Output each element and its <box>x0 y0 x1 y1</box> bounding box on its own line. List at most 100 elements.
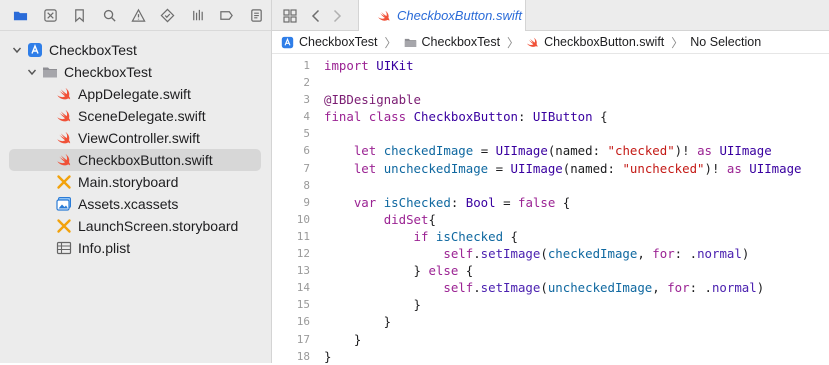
breadcrumb-project[interactable]: CheckboxTest <box>281 35 378 49</box>
code-text: } <box>324 297 421 313</box>
code-text: let checkedImage = UIImage(named: "check… <box>353 143 772 159</box>
line-number: 1 <box>303 59 310 72</box>
tree-item-file[interactable]: AppDelegate.swift <box>0 83 271 105</box>
tree-item-label: CheckboxTest <box>64 64 152 80</box>
chevron-down-icon[interactable] <box>11 44 23 56</box>
swift-file-icon <box>527 37 538 47</box>
breakpoint-icon[interactable] <box>212 0 241 31</box>
code-line[interactable]: 7 let uncheckedImage = UIImage(named: "u… <box>272 160 829 177</box>
breadcrumb-label: CheckboxTest <box>421 35 501 49</box>
tree-item-label: LaunchScreen.storyboard <box>78 218 239 234</box>
code-line[interactable]: 16 } <box>272 313 829 330</box>
swift-file-icon <box>56 152 72 168</box>
code-text: let uncheckedImage = UIImage(named: "unc… <box>353 160 802 176</box>
code-area[interactable]: 1 import UIKit 2 3 @IBDesignable 4 final class… <box>272 57 829 365</box>
tree-item-label: CheckboxTest <box>49 42 137 58</box>
code-line[interactable]: 13 } else { <box>272 262 829 279</box>
find-icon[interactable] <box>94 0 123 31</box>
code-line[interactable]: 11 if isChecked { <box>272 228 829 245</box>
breadcrumb-label: CheckboxButton.swift <box>544 35 665 49</box>
code-text: if isChecked { <box>413 228 518 244</box>
tree-item-file[interactable]: ViewController.swift <box>0 127 271 149</box>
line-number: 14 <box>296 281 310 295</box>
tree-item-project[interactable]: CheckboxTest <box>0 39 271 61</box>
line-number: 11 <box>296 229 310 243</box>
debug-icon[interactable] <box>183 0 212 31</box>
line-number: 16 <box>296 315 310 329</box>
breadcrumb-label: CheckboxTest <box>299 35 378 49</box>
chevron-left-icon[interactable] <box>307 0 325 31</box>
code-line[interactable]: 1 import UIKit <box>272 57 829 74</box>
report-icon[interactable] <box>242 0 271 31</box>
tree-item-group[interactable]: CheckboxTest <box>0 61 271 83</box>
code-line[interactable]: 4 final class CheckboxButton: UIButton { <box>272 108 829 125</box>
storyboard-icon <box>56 218 72 234</box>
breadcrumb-separator: 〉 <box>671 35 684 50</box>
tree-item-file[interactable]: Info.plist <box>0 237 271 259</box>
navigator-toolbar <box>0 0 271 31</box>
folder-icon[interactable] <box>6 0 35 31</box>
line-number: 8 <box>303 178 310 192</box>
line-number: 4 <box>303 110 310 124</box>
file-tree: CheckboxTest CheckboxTest AppDelegate.sw… <box>0 39 271 259</box>
tree-item-label: AppDelegate.swift <box>78 86 191 102</box>
issue-icon[interactable] <box>124 0 153 31</box>
tree-item-file[interactable]: Assets.xcassets <box>0 193 271 215</box>
asset-catalog-icon <box>56 196 72 212</box>
tree-item-file[interactable]: LaunchScreen.storyboard <box>0 215 271 237</box>
tree-item-label: Info.plist <box>78 240 131 256</box>
folder-icon <box>404 38 416 47</box>
code-line[interactable]: 5 <box>272 125 829 142</box>
code-text: } <box>324 331 362 347</box>
tree-item-label: CheckboxButton.swift <box>78 152 213 168</box>
breadcrumb-separator: 〉 <box>384 35 397 50</box>
breadcrumb-file[interactable]: CheckboxButton.swift <box>526 35 664 49</box>
app-project-icon <box>27 42 43 58</box>
line-number: 2 <box>303 76 310 90</box>
tab-checkboxbutton[interactable]: CheckboxButton.swift <box>358 0 526 31</box>
chevron-down-icon[interactable] <box>26 66 38 78</box>
code-line[interactable]: 6 let checkedImage = UIImage(named: "che… <box>272 142 829 159</box>
bookmark-icon[interactable] <box>65 0 94 31</box>
code-text: self.setImage(uncheckedImage, for: .norm… <box>443 280 765 296</box>
code-line[interactable]: 10 didSet{ <box>272 211 829 228</box>
chevron-right-icon[interactable] <box>328 0 346 31</box>
code-text: final class CheckboxButton: UIButton { <box>324 109 608 125</box>
tree-item-file[interactable]: SceneDelegate.swift <box>0 105 271 127</box>
code-text: } <box>324 348 332 364</box>
breadcrumb-label: No Selection <box>690 35 762 49</box>
plist-table-icon <box>56 240 72 256</box>
line-number: 13 <box>296 264 310 278</box>
line-number: 15 <box>296 298 310 312</box>
line-number: 9 <box>303 195 310 209</box>
tree-item-file-selected[interactable]: CheckboxButton.swift <box>0 149 271 171</box>
code-line[interactable]: 8 <box>272 177 829 194</box>
app-project-icon <box>281 36 294 48</box>
grid-icon[interactable] <box>278 0 302 31</box>
code-line[interactable]: 3 @IBDesignable <box>272 91 829 108</box>
code-line[interactable]: 18} <box>272 348 829 365</box>
swift-file-icon <box>56 108 72 124</box>
source-control-icon[interactable] <box>35 0 64 31</box>
code-line[interactable]: 15 } <box>272 296 829 313</box>
code-line[interactable]: 14 self.setImage(uncheckedImage, for: .n… <box>272 279 829 296</box>
code-line[interactable]: 17 } <box>272 331 829 348</box>
breadcrumb-separator: 〉 <box>507 35 520 50</box>
code-line[interactable]: 12 self.setImage(checkedImage, for: .nor… <box>272 245 829 262</box>
breadcrumb-symbol[interactable]: No Selection <box>690 35 761 49</box>
source-editor: CheckboxButton.swift CheckboxTest 〉 Chec… <box>272 0 829 365</box>
code-line[interactable]: 9 var isChecked: Bool = false { <box>272 194 829 211</box>
tree-item-label: Main.storyboard <box>78 174 179 190</box>
tree-item-label: ViewController.swift <box>78 130 200 146</box>
project-navigator: CheckboxTest CheckboxTest AppDelegate.sw… <box>0 0 272 363</box>
tab-label: CheckboxButton.swift <box>397 8 523 23</box>
breadcrumb-group[interactable]: CheckboxTest <box>404 35 501 49</box>
code-text: } else { <box>324 263 474 279</box>
code-line[interactable]: 2 <box>272 74 829 91</box>
breadcrumb: CheckboxTest 〉 CheckboxTest 〉 CheckboxBu… <box>272 31 829 54</box>
tree-item-file[interactable]: Main.storyboard <box>0 171 271 193</box>
test-icon[interactable] <box>153 0 182 31</box>
